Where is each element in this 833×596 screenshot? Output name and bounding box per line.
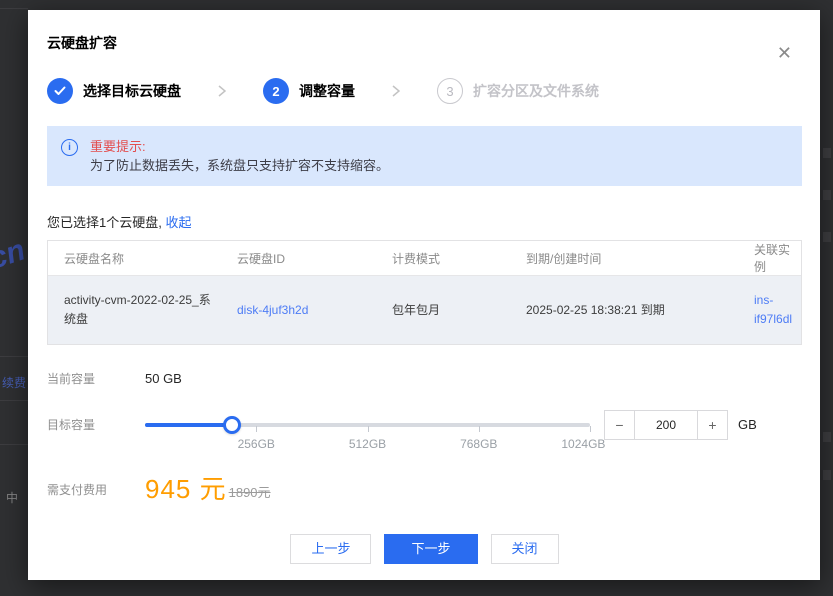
info-icon: i (61, 139, 78, 156)
step-3-label: 扩容分区及文件系统 (473, 81, 599, 101)
minus-button[interactable]: − (605, 411, 635, 439)
target-capacity-label: 目标容量 (47, 410, 145, 440)
important-notice-alert: i 重要提示: 为了防止数据丢失，系统盘只支持扩容不支持缩容。 (47, 126, 802, 186)
cell-billing-mode: 包年包月 (376, 276, 510, 345)
fee-amount: 945 元 (145, 474, 227, 504)
instance-id-link[interactable]: ins-if97l6dl (754, 293, 792, 326)
slider-mark-1024: 1024GB (561, 437, 605, 451)
disk-expand-dialog: 云硬盘扩容 ✕ 选择目标云硬盘 2 调整容量 3 扩容分区及文件系统 i 重要提… (28, 10, 820, 580)
background-fragment (823, 190, 831, 200)
step-2-label: 调整容量 (299, 81, 355, 101)
step-2-circle-active: 2 (263, 78, 289, 104)
background-fragment (823, 470, 831, 480)
close-button[interactable]: 关闭 (491, 534, 559, 564)
slider-tick (256, 426, 257, 432)
selection-summary: 您已选择1个云硬盘, 收起 (47, 212, 802, 231)
header-billing-mode: 计费模式 (376, 241, 510, 276)
header-expire-time: 到期/创建时间 (510, 241, 738, 276)
current-capacity-label: 当前容量 (47, 370, 145, 387)
background-divider (0, 356, 28, 357)
disk-id-link[interactable]: disk-4juf3h2d (237, 303, 308, 317)
cell-disk-name: activity-cvm-2022-02-25_系统盘 (48, 276, 221, 345)
dialog-title: 云硬盘扩容 (47, 34, 802, 52)
slider-tick (479, 426, 480, 432)
capacity-unit-label: GB (738, 410, 757, 440)
alert-body: 为了防止数据丢失，系统盘只支持扩容不支持缩容。 (90, 156, 389, 175)
next-step-button[interactable]: 下一步 (384, 534, 477, 564)
background-fragment (823, 232, 831, 242)
background-divider (0, 8, 28, 9)
fee-original-price: 1890元 (229, 482, 271, 504)
background-fragment (823, 432, 831, 442)
background-divider (0, 400, 28, 401)
slider-mark-256: 256GB (238, 437, 275, 451)
capacity-stepper: − + (604, 410, 728, 440)
slider-mark-768: 768GB (460, 437, 497, 451)
background-divider (0, 444, 28, 445)
step-1-circle-done (47, 78, 73, 104)
slider-fill (145, 423, 232, 427)
slider-mark-512: 512GB (349, 437, 386, 451)
background-renew-link: 续费 (2, 374, 28, 391)
fee-label: 需支付费用 (47, 481, 145, 498)
cell-expire-time: 2025-02-25 18:38:21 到期 (510, 276, 738, 345)
fee-row: 需支付费用 945 元 1890元 (47, 474, 802, 504)
capacity-slider[interactable]: 256GB 512GB 768GB 1024GB (145, 410, 590, 440)
background-watermark: cn (0, 233, 29, 276)
header-disk-name: 云硬盘名称 (48, 241, 221, 276)
header-disk-id: 云硬盘ID (221, 241, 376, 276)
current-capacity-row: 当前容量 50 GB (47, 370, 802, 387)
target-capacity-row: 目标容量 256GB 512GB 768GB 1024GB − + GB (47, 410, 802, 440)
collapse-link[interactable]: 收起 (165, 215, 191, 230)
check-icon (54, 86, 66, 96)
slider-handle[interactable] (223, 416, 241, 434)
close-icon[interactable]: ✕ (777, 44, 792, 62)
background-status-text: 中 (6, 489, 18, 506)
slider-tick (590, 426, 591, 432)
chevron-right-icon (218, 85, 226, 97)
prev-step-button[interactable]: 上一步 (290, 534, 371, 564)
header-instance: 关联实例 (738, 241, 801, 276)
step-1-label: 选择目标云硬盘 (83, 81, 181, 101)
current-capacity-value: 50 GB (145, 371, 182, 386)
chevron-right-icon (392, 85, 400, 97)
slider-tick (368, 426, 369, 432)
selected-disk-table: 云硬盘名称 云硬盘ID 计费模式 到期/创建时间 关联实例 activity-c… (47, 240, 802, 345)
plus-button[interactable]: + (697, 411, 727, 439)
background-fragment (823, 148, 831, 158)
step-wizard: 选择目标云硬盘 2 调整容量 3 扩容分区及文件系统 (47, 78, 802, 104)
selection-text: 您已选择1个云硬盘, (47, 215, 162, 230)
step-3-circle-pending: 3 (437, 78, 463, 104)
alert-content: 重要提示: 为了防止数据丢失，系统盘只支持扩容不支持缩容。 (90, 137, 389, 175)
capacity-input[interactable] (635, 411, 697, 439)
table-header-row: 云硬盘名称 云硬盘ID 计费模式 到期/创建时间 关联实例 (48, 241, 801, 276)
table-row: activity-cvm-2022-02-25_系统盘 disk-4juf3h2… (48, 276, 801, 345)
alert-title: 重要提示: (90, 137, 389, 156)
dialog-footer: 上一步 下一步 关闭 (47, 534, 802, 564)
